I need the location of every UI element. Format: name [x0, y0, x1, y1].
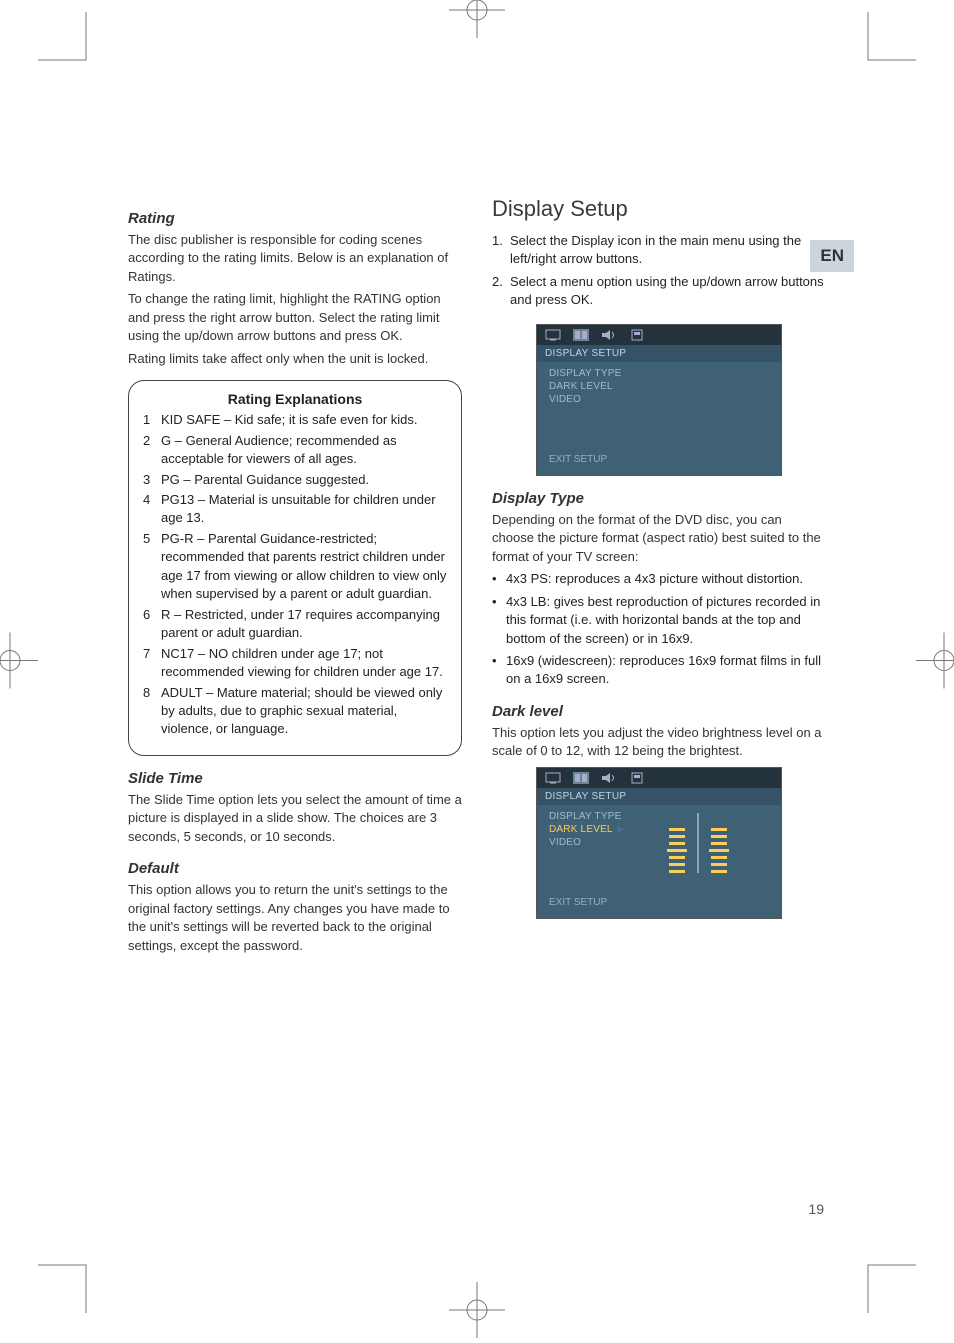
registration-mark-icon [449, 0, 505, 43]
monitor-icon [545, 772, 561, 784]
step-number: 2. [492, 273, 508, 310]
bullet-item: •4x3 PS: reproduces a 4x3 picture withou… [492, 570, 826, 588]
default-body: This option allows you to return the uni… [128, 881, 462, 955]
rating-item-number: 4 [143, 491, 161, 528]
rating-paragraph: The disc publisher is responsible for co… [128, 231, 462, 286]
display-type-heading: Display Type [492, 490, 826, 507]
setup-icon [629, 772, 645, 784]
brightness-slider-graphic [667, 811, 729, 873]
rating-item-number: 3 [143, 471, 161, 489]
rating-heading: Rating [128, 210, 462, 227]
page-number: 19 [808, 1201, 824, 1217]
display-setup-heading: Display Setup [492, 196, 826, 222]
setup-icon [629, 329, 645, 341]
rating-item-text: R – Restricted, under 17 requires accomp… [161, 606, 447, 643]
osd-menu-item: DISPLAY TYPE [549, 368, 659, 379]
rating-item-text: PG – Parental Guidance suggested. [161, 471, 447, 489]
rating-item: 5PG-R – Parental Guidance-restricted; re… [143, 530, 447, 604]
rating-item-text: ADULT – Mature material; should be viewe… [161, 684, 447, 739]
crop-mark-icon [856, 12, 916, 77]
rating-item: 3PG – Parental Guidance suggested. [143, 471, 447, 489]
dark-level-body: This option lets you adjust the video br… [492, 724, 826, 761]
osd-header: DISPLAY SETUP [537, 345, 781, 362]
audio-icon [601, 329, 617, 341]
rating-item-number: 8 [143, 684, 161, 739]
registration-mark-icon [916, 632, 954, 693]
rating-item-number: 1 [143, 411, 161, 429]
osd-exit-setup: EXIT SETUP [537, 448, 781, 475]
language-tab: EN [810, 240, 854, 272]
osd-menu-item: VIDEO [549, 837, 659, 848]
rating-item: 2G – General Audience; recommended as ac… [143, 432, 447, 469]
step-text: Select a menu option using the up/down a… [508, 273, 826, 310]
crop-mark-icon [856, 1248, 916, 1313]
step-item: 2.Select a menu option using the up/down… [492, 273, 826, 310]
slide-time-heading: Slide Time [128, 770, 462, 787]
speaker-icon [573, 772, 589, 784]
rating-item-text: KID SAFE – Kid safe; it is safe even for… [161, 411, 447, 429]
osd-dark-level-screenshot: DISPLAY SETUP DISPLAY TYPE DARK LEVEL ▶ VI… [536, 767, 782, 919]
registration-mark-icon [0, 632, 38, 693]
bullet-item: •16x9 (widescreen): reproduces 16x9 form… [492, 652, 826, 689]
bullet-text: 4x3 PS: reproduces a 4x3 picture without… [506, 570, 826, 588]
audio-icon [601, 772, 617, 784]
step-item: 1.Select the Display icon in the main me… [492, 232, 826, 269]
rating-item-text: NC17 – NO children under age 17; not rec… [161, 645, 447, 682]
bullet-dot-icon: • [492, 593, 506, 648]
display-type-intro: Depending on the format of the DVD disc,… [492, 511, 826, 566]
crop-mark-icon [38, 12, 98, 77]
rating-item-text: PG13 – Material is unsuitable for childr… [161, 491, 447, 528]
bullet-dot-icon: • [492, 652, 506, 689]
rating-item-number: 7 [143, 645, 161, 682]
rating-item-number: 6 [143, 606, 161, 643]
osd-menu-item: DARK LEVEL [549, 381, 659, 392]
crop-mark-icon [38, 1248, 98, 1313]
rating-item: 1KID SAFE – Kid safe; it is safe even fo… [143, 411, 447, 429]
rating-item: 7NC17 – NO children under age 17; not re… [143, 645, 447, 682]
rating-item-number: 5 [143, 530, 161, 604]
rating-explanations-box: Rating Explanations 1KID SAFE – Kid safe… [128, 380, 462, 756]
osd-topbar [537, 768, 781, 788]
slide-time-body: The Slide Time option lets you select th… [128, 791, 462, 846]
rating-paragraph: To change the rating limit, highlight th… [128, 290, 462, 345]
osd-exit-setup: EXIT SETUP [537, 891, 781, 918]
bullet-dot-icon: • [492, 570, 506, 588]
default-heading: Default [128, 860, 462, 877]
osd-header: DISPLAY SETUP [537, 788, 781, 805]
osd-menu-item: VIDEO [549, 394, 659, 405]
osd-menu-item: DARK LEVEL ▶ [549, 824, 659, 835]
step-text: Select the Display icon in the main menu… [508, 232, 826, 269]
step-number: 1. [492, 232, 508, 269]
bullet-item: •4x3 LB: gives best reproduction of pict… [492, 593, 826, 648]
rating-item: 4PG13 – Material is unsuitable for child… [143, 491, 447, 528]
monitor-icon [545, 329, 561, 341]
dark-level-heading: Dark level [492, 703, 826, 720]
speaker-icon [573, 329, 589, 341]
osd-display-setup-screenshot: DISPLAY SETUP DISPLAY TYPE DARK LEVEL VIDE… [536, 324, 782, 476]
registration-mark-icon [449, 1282, 505, 1343]
osd-topbar [537, 325, 781, 345]
rating-item-text: G – General Audience; recommended as acc… [161, 432, 447, 469]
bullet-text: 16x9 (widescreen): reproduces 16x9 forma… [506, 652, 826, 689]
rating-item: 6R – Restricted, under 17 requires accom… [143, 606, 447, 643]
rating-item-text: PG-R – Parental Guidance-restricted; rec… [161, 530, 447, 604]
rating-explanations-title: Rating Explanations [143, 391, 447, 407]
triangle-right-icon: ▶ [617, 824, 625, 835]
rating-paragraph: Rating limits take affect only when the … [128, 350, 462, 368]
rating-item: 8ADULT – Mature material; should be view… [143, 684, 447, 739]
bullet-text: 4x3 LB: gives best reproduction of pictu… [506, 593, 826, 648]
osd-menu-item: DISPLAY TYPE [549, 811, 659, 822]
rating-item-number: 2 [143, 432, 161, 469]
